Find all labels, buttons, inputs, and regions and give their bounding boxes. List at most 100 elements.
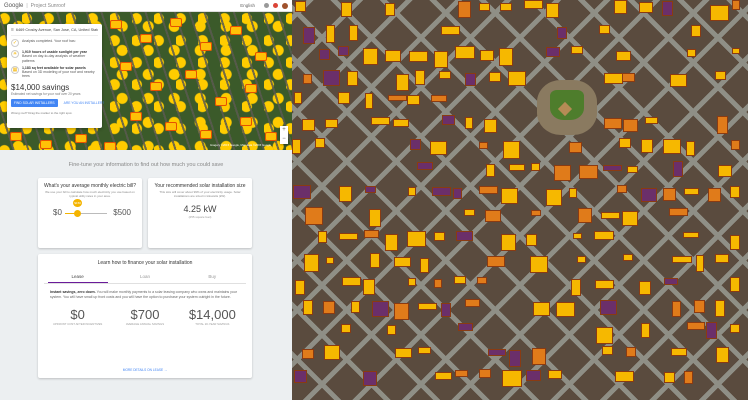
building-solar-overlay xyxy=(394,302,409,320)
building-solar-overlay xyxy=(364,230,380,238)
tab-buy[interactable]: Buy xyxy=(182,274,242,283)
roof-overlay xyxy=(185,70,197,79)
building-solar-overlay xyxy=(294,369,307,384)
building-solar-overlay xyxy=(684,187,699,195)
building-solar-overlay xyxy=(292,184,311,199)
building-solar-overlay xyxy=(672,301,681,318)
total-savings-label: TOTAL 20-YEAR SAVINGS xyxy=(195,322,230,326)
roof-overlay xyxy=(165,122,177,131)
building-solar-overlay xyxy=(410,138,422,151)
building-solar-overlay xyxy=(372,301,389,317)
building-solar-overlay xyxy=(455,46,475,60)
building-solar-overlay xyxy=(615,50,631,62)
building-solar-overlay xyxy=(714,71,727,81)
building-solar-overlay xyxy=(441,26,460,36)
building-solar-overlay xyxy=(594,280,615,290)
size-value: 4.25 kW xyxy=(183,203,217,214)
roof-overlay xyxy=(265,132,277,141)
building-solar-overlay xyxy=(479,49,494,62)
building-solar-overlay xyxy=(622,73,635,83)
building-solar-overlay xyxy=(602,164,623,171)
bill-title: What's your average monthly electric bil… xyxy=(43,183,137,189)
finance-stats: $0 UPFRONT COST AFTER INCENTIVES $700 AV… xyxy=(44,307,246,327)
building-solar-overlay xyxy=(416,161,433,170)
zoom-out-button[interactable]: − xyxy=(280,135,288,144)
building-solar-overlay xyxy=(350,301,360,313)
finance-desc-bold: Instant savings, zero down. xyxy=(50,290,96,294)
building-solar-overlay xyxy=(555,301,575,317)
building-solar-overlay xyxy=(639,280,652,296)
building-solar-overlay xyxy=(457,322,473,331)
wrong-roof-link[interactable]: Wrong roof? Drag the marker to the right… xyxy=(11,111,98,115)
building-solar-overlay xyxy=(626,165,639,173)
building-solar-overlay xyxy=(570,278,582,296)
menu-icon[interactable]: ≡ xyxy=(11,27,14,33)
avatar[interactable] xyxy=(282,2,288,9)
bill-description: We use your bill to calculate how much e… xyxy=(45,190,135,198)
zoom-in-button[interactable]: + xyxy=(280,126,288,135)
building-solar-overlay xyxy=(622,118,638,133)
building-solar-overlay xyxy=(507,70,526,86)
building-solar-overlay xyxy=(683,231,700,238)
notifications-icon[interactable] xyxy=(273,3,278,8)
apps-grid-icon[interactable] xyxy=(264,3,269,8)
building-solar-overlay xyxy=(454,276,467,284)
find-installers-button[interactable]: FIND SOLAR INSTALLERS xyxy=(11,98,58,107)
building-solar-overlay xyxy=(501,369,522,387)
building-solar-overlay xyxy=(430,140,447,156)
size-title: Your recommended solar installation size xyxy=(154,183,246,189)
roof-overlay xyxy=(170,18,182,27)
bill-slider[interactable]: $0 $150 $500 xyxy=(43,198,137,219)
building-solar-overlay xyxy=(640,187,658,203)
roof-overlay xyxy=(75,134,87,143)
building-solar-overlay xyxy=(599,24,611,35)
building-solar-overlay xyxy=(463,209,476,216)
slider-min-label: $0 xyxy=(53,207,62,217)
building-solar-overlay xyxy=(578,164,598,180)
are-you-installer-button[interactable]: ARE YOU AN INSTALLER? xyxy=(61,99,108,107)
building-solar-overlay xyxy=(478,368,492,378)
slider-track[interactable] xyxy=(65,212,107,214)
building-solar-overlay xyxy=(433,232,445,241)
building-solar-overlay xyxy=(669,207,688,217)
building-solar-overlay xyxy=(439,70,452,79)
size-description: This size will cover about 99% of your e… xyxy=(159,190,241,198)
building-solar-overlay xyxy=(479,141,488,150)
building-solar-overlay xyxy=(365,92,374,109)
building-solar-overlay xyxy=(545,47,561,57)
building-solar-overlay xyxy=(572,233,582,240)
google-logo[interactable]: Google xyxy=(4,3,23,9)
building-solar-overlay xyxy=(407,230,427,247)
finance-description: Instant savings, zero down. You will mak… xyxy=(44,290,246,299)
roof-overlay xyxy=(110,20,122,29)
building-solar-overlay xyxy=(395,348,412,359)
tab-lease[interactable]: Lease xyxy=(47,274,108,283)
slider-thumb[interactable] xyxy=(74,209,82,217)
building-solar-overlay xyxy=(595,326,613,344)
analysis-row: ✓ Analysis completed. Your roof has: xyxy=(11,39,98,47)
building-solar-overlay xyxy=(576,255,587,263)
building-solar-overlay xyxy=(526,233,537,246)
roof-overlay xyxy=(215,97,227,106)
language-selector[interactable]: English xyxy=(240,3,255,8)
building-solar-overlay xyxy=(419,257,429,273)
analysis-text: Analysis completed. Your roof has: xyxy=(22,39,76,43)
building-solar-overlay xyxy=(662,1,674,17)
building-solar-overlay xyxy=(603,118,622,130)
building-solar-overlay xyxy=(478,3,491,12)
product-name[interactable]: Project Sunroof xyxy=(31,3,65,9)
address-bar[interactable]: ≡ 6469 Crosby Avenue, San Jose, CA, Unit… xyxy=(11,27,98,36)
roof-overlay xyxy=(150,82,162,91)
building-solar-overlay xyxy=(301,119,316,132)
building-solar-overlay xyxy=(547,369,562,380)
building-solar-overlay xyxy=(708,188,722,202)
building-solar-overlay xyxy=(323,69,340,86)
lease-details-link[interactable]: MORE DETAILS ON LEASE → xyxy=(38,368,252,372)
roof-overlay xyxy=(40,140,52,149)
tab-loan[interactable]: Loan xyxy=(115,274,175,283)
building-solar-overlay xyxy=(487,349,506,357)
building-solar-overlay xyxy=(407,95,420,105)
finance-card: Learn how to finance your solar installa… xyxy=(38,254,252,378)
aerial-solar-map[interactable] xyxy=(292,0,748,400)
address-input[interactable]: 6469 Crosby Avenue, San Jose, CA, United… xyxy=(16,28,98,32)
